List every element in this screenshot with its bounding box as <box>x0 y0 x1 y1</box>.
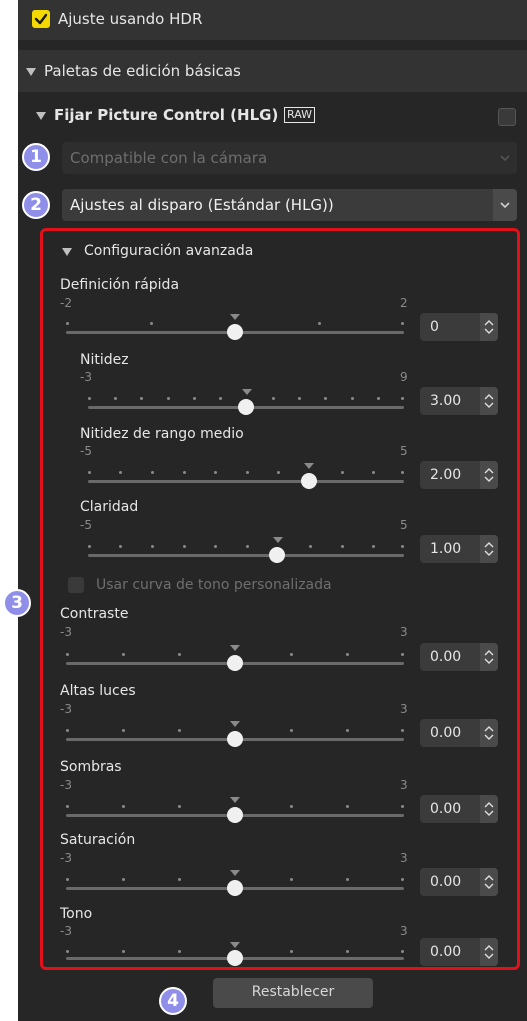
collapse-triangle-icon <box>26 68 36 76</box>
hdr-label: Ajuste usando HDR <box>58 10 203 28</box>
compat-select-value: Compatible con la cámara <box>70 149 268 167</box>
chevron-down-icon <box>493 142 517 174</box>
shooting-settings-select[interactable]: Ajustes al disparo (Estándar (HLG)) <box>62 189 517 221</box>
checkmark-icon <box>34 13 48 25</box>
picture-control-checkbox[interactable] <box>498 108 516 126</box>
reset-button[interactable]: Restablecer <box>213 978 373 1008</box>
callout-4: 4 <box>159 987 187 1015</box>
advanced-settings-highlight <box>40 228 520 970</box>
basic-palettes-label: Paletas de edición básicas <box>44 62 241 80</box>
collapse-triangle-icon[interactable] <box>36 112 46 120</box>
basic-palettes-header[interactable]: Paletas de edición básicas <box>18 50 527 92</box>
callout-3: 3 <box>3 589 31 617</box>
callout-2: 2 <box>22 191 50 219</box>
compat-select[interactable]: Compatible con la cámara <box>62 142 517 174</box>
chevron-down-icon <box>493 189 517 221</box>
hdr-row: Ajuste usando HDR <box>18 0 527 40</box>
callout-1: 1 <box>22 143 50 171</box>
hdr-checkbox[interactable] <box>32 10 50 28</box>
raw-badge: RAW <box>284 107 315 123</box>
picture-control-label: Fijar Picture Control (HLG) <box>54 106 279 124</box>
shooting-select-value: Ajustes al disparo (Estándar (HLG)) <box>70 196 334 214</box>
reset-button-label: Restablecer <box>251 984 335 1000</box>
